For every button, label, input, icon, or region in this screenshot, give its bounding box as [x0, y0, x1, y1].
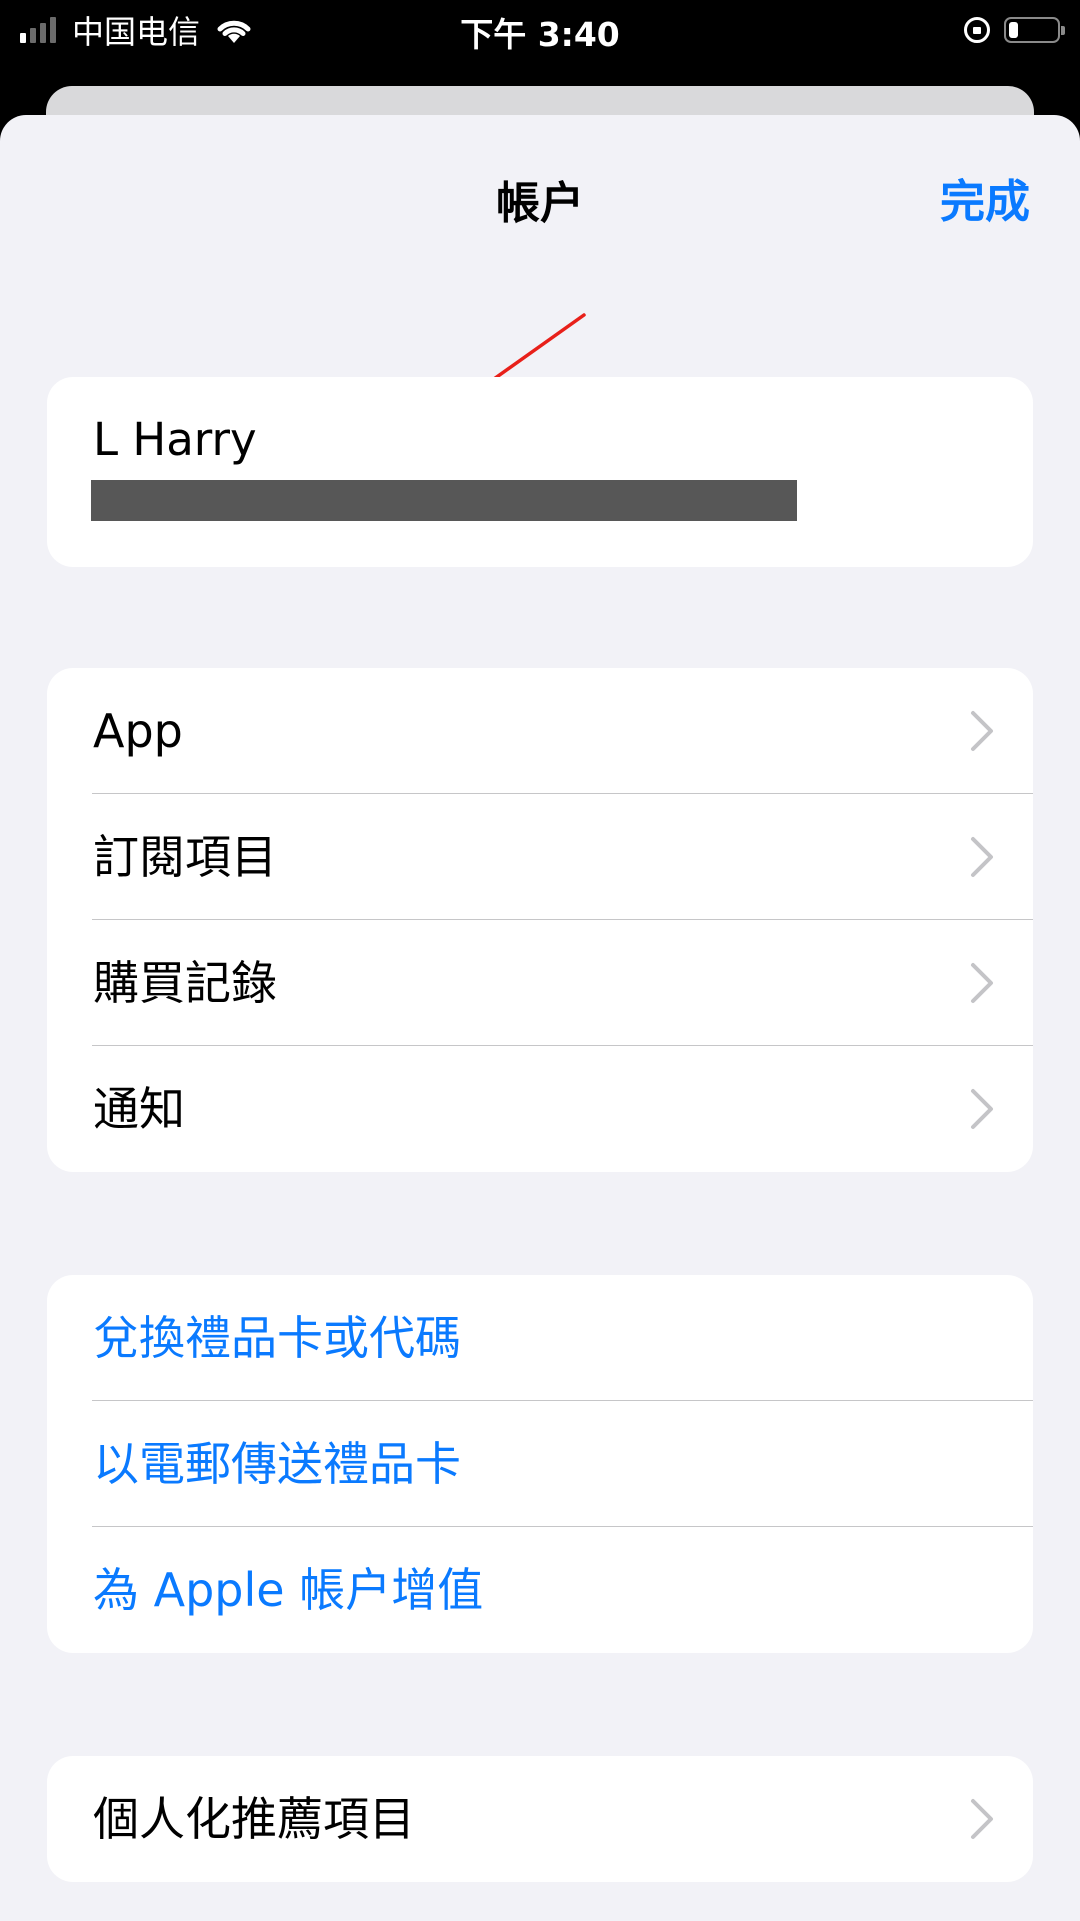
account-menu-group: App 訂閱項目 購買記錄 通知 — [47, 668, 1033, 1172]
redacted-email — [91, 480, 797, 521]
chevron-right-icon — [971, 1799, 993, 1839]
menu-item-label: 通知 — [93, 1082, 185, 1136]
menu-item-add-funds[interactable]: 為 Apple 帳户增值 — [47, 1527, 1033, 1653]
menu-item-subscriptions[interactable]: 訂閱項目 — [47, 794, 1033, 920]
menu-item-label: 購買記錄 — [93, 956, 277, 1010]
page-title: 帳户 — [496, 178, 584, 229]
menu-item-redeem-gift-card[interactable]: 兌換禮品卡或代碼 — [47, 1275, 1033, 1401]
account-sheet: 帳户 完成 L Harry App 訂閱項目 購買記錄 通知 兌換禮品卡或代碼 … — [0, 115, 1080, 1921]
menu-item-label: 訂閱項目 — [93, 830, 277, 884]
menu-item-label: 以電郵傳送禮品卡 — [93, 1437, 461, 1491]
orientation-lock-icon — [964, 17, 990, 43]
status-bar: 中国电信 下午 3:40 — [0, 0, 1080, 62]
menu-item-personalized-recommendations[interactable]: 個人化推薦項目 — [47, 1756, 1033, 1882]
profile-card[interactable]: L Harry — [47, 377, 1033, 567]
gift-card-menu-group: 兌換禮品卡或代碼 以電郵傳送禮品卡 為 Apple 帳户增值 — [47, 1275, 1033, 1653]
menu-item-label: 個人化推薦項目 — [93, 1792, 415, 1846]
menu-item-notifications[interactable]: 通知 — [47, 1046, 1033, 1172]
menu-item-purchase-history[interactable]: 購買記錄 — [47, 920, 1033, 1046]
profile-name: L Harry — [93, 413, 257, 466]
menu-item-app[interactable]: App — [47, 668, 1033, 794]
chevron-right-icon — [971, 1089, 993, 1129]
menu-item-label: 兌換禮品卡或代碼 — [93, 1311, 461, 1365]
battery-icon — [1004, 17, 1065, 43]
battery-level — [1009, 22, 1019, 38]
menu-item-email-gift-card[interactable]: 以電郵傳送禮品卡 — [47, 1401, 1033, 1527]
chevron-right-icon — [971, 963, 993, 1003]
status-bar-right — [964, 10, 1065, 50]
menu-item-label: 為 Apple 帳户增值 — [93, 1563, 484, 1617]
menu-item-label: App — [93, 704, 183, 758]
status-time: 下午 3:40 — [460, 15, 620, 54]
chevron-right-icon — [971, 711, 993, 751]
chevron-right-icon — [971, 837, 993, 877]
recommendations-menu-group: 個人化推薦項目 — [47, 1756, 1033, 1882]
done-button[interactable]: 完成 — [940, 165, 1030, 230]
